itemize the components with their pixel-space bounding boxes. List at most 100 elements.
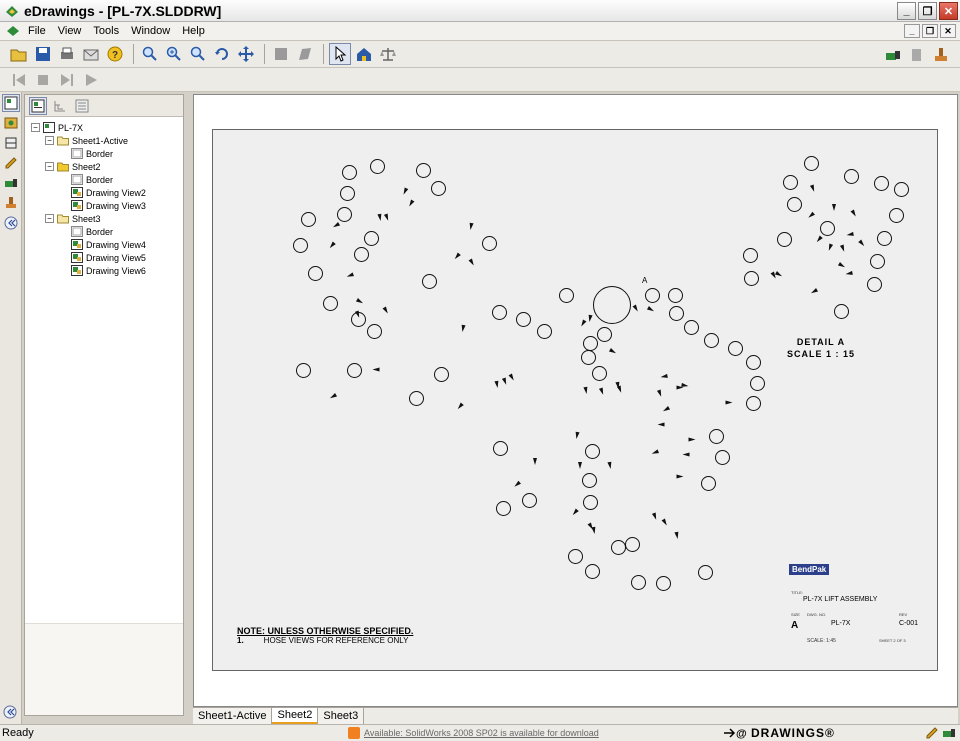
title-label: TITLE:	[791, 590, 804, 595]
doc-restore-button[interactable]: ❐	[922, 24, 938, 38]
tab-sheet2[interactable]: Sheet2	[272, 708, 319, 724]
play-button[interactable]	[80, 69, 102, 91]
balloon-callout	[493, 441, 508, 456]
doc-close-button[interactable]: ✕	[940, 24, 956, 38]
home-button[interactable]	[353, 43, 375, 65]
pan-button[interactable]	[235, 43, 257, 65]
markup-button[interactable]	[882, 44, 904, 66]
collapse-bottom-icon[interactable]	[3, 705, 17, 722]
tab-sheet3[interactable]: Sheet3	[318, 708, 365, 724]
collapse-panel-icon[interactable]	[2, 214, 20, 232]
zoom-to-fit-button[interactable]	[139, 43, 161, 65]
close-button[interactable]: ✕	[939, 2, 958, 20]
leader-arrow	[839, 244, 847, 253]
tree-item-sheet2[interactable]: − Sheet2	[45, 160, 101, 173]
tree-item-label: Sheet3	[72, 213, 101, 224]
leader-arrow	[346, 272, 354, 279]
tree-item-border[interactable]: Border	[71, 147, 113, 160]
send-button[interactable]	[80, 43, 102, 65]
tree-item-border[interactable]: Border	[71, 173, 113, 186]
balloon-callout	[340, 186, 355, 201]
menu-file[interactable]: File	[22, 25, 52, 37]
tree-item-drawing-view2[interactable]: Drawing View2	[71, 186, 146, 199]
leader-arrow	[661, 406, 671, 413]
print-button[interactable]	[56, 43, 78, 65]
leader-arrow	[858, 239, 866, 248]
minimize-button[interactable]: _	[897, 2, 916, 20]
balloon-callout	[559, 288, 574, 303]
zoom-area-button[interactable]	[187, 43, 209, 65]
first-frame-button[interactable]	[8, 69, 30, 91]
tree-view-icon[interactable]	[51, 97, 69, 115]
collapse-toggle[interactable]: −	[45, 214, 54, 223]
measure-status-icon[interactable]	[942, 726, 956, 740]
configurations-icon[interactable]	[2, 114, 20, 132]
tree-item-drawing-view4[interactable]: Drawing View4	[71, 238, 146, 251]
balloon-callout	[301, 212, 316, 227]
balloon-callout	[874, 176, 889, 191]
tree-item-drawing-view5[interactable]: Drawing View5	[71, 251, 146, 264]
leader-arrow	[331, 222, 341, 229]
next-frame-button[interactable]	[56, 69, 78, 91]
document-icon[interactable]	[6, 24, 20, 38]
leader-arrow	[661, 518, 669, 527]
balloon-callout	[870, 254, 885, 269]
tree-item-drawing-view3[interactable]: Drawing View3	[71, 199, 146, 212]
balloon-callout	[293, 238, 308, 253]
perspective-button[interactable]	[294, 43, 316, 65]
collapse-toggle[interactable]: −	[31, 123, 40, 132]
stamp-tool-icon[interactable]	[2, 194, 20, 212]
drawing-viewport[interactable]: A DETAIL A SCALE 1 : 15 NOTE: UNLESS OTH…	[193, 94, 958, 707]
menu-help[interactable]: Help	[176, 25, 211, 37]
stamp-doc-button[interactable]	[906, 44, 928, 66]
tab-sheet1[interactable]: Sheet1-Active	[193, 708, 273, 724]
measure-button[interactable]	[377, 43, 399, 65]
leader-arrow	[826, 243, 834, 252]
drawing-sheet[interactable]: A DETAIL A SCALE 1 : 15 NOTE: UNLESS OTH…	[212, 129, 938, 671]
collapse-toggle[interactable]: −	[45, 162, 54, 171]
collapse-toggle[interactable]: −	[45, 136, 54, 145]
menu-tools[interactable]: Tools	[87, 25, 125, 37]
help-button[interactable]: ?	[104, 43, 126, 65]
properties-view-icon[interactable]	[73, 97, 91, 115]
update-notice-text[interactable]: Available: SolidWorks 2008 SP02 is avail…	[364, 728, 599, 738]
open-button[interactable]	[8, 43, 30, 65]
doc-minimize-button[interactable]: _	[904, 24, 920, 38]
menu-view[interactable]: View	[52, 25, 88, 37]
sheets-tree-panel: − PL-7X − Sheet1-Active Border − Sheet2 …	[24, 94, 184, 716]
shaded-button[interactable]	[270, 43, 292, 65]
select-button[interactable]	[329, 43, 351, 65]
menu-window[interactable]: Window	[125, 25, 176, 37]
stop-button[interactable]	[32, 69, 54, 91]
tree-root[interactable]: − PL-7X	[31, 121, 83, 134]
restore-button[interactable]: ❐	[918, 2, 937, 20]
tree-panel-lower	[25, 623, 183, 715]
menu-bar: File View Tools Window Help _ ❐ ✕	[0, 22, 960, 41]
leader-arrow	[579, 319, 587, 328]
balloon-callout	[585, 564, 600, 579]
rotate-button[interactable]	[211, 43, 233, 65]
balloon-callout	[656, 576, 671, 591]
layers-icon[interactable]	[2, 134, 20, 152]
edrawings-logo-icon: @	[724, 728, 747, 739]
tree-item-border[interactable]: Border	[71, 225, 113, 238]
leader-arrow	[832, 204, 836, 211]
markup-pen-icon[interactable]	[2, 154, 20, 172]
svg-text:?: ?	[112, 50, 118, 61]
update-notice[interactable]: Available: SolidWorks 2008 SP02 is avail…	[348, 727, 599, 739]
measure-tape-icon[interactable]	[2, 174, 20, 192]
size-value: A	[791, 620, 799, 631]
sheets-view-icon[interactable]	[29, 96, 47, 115]
leader-arrow	[456, 402, 464, 411]
tree-item-drawing-view6[interactable]: Drawing View6	[71, 264, 146, 277]
tree-item-sheet1[interactable]: − Sheet1-Active	[45, 134, 128, 147]
markup-pen-status-icon[interactable]	[925, 726, 939, 740]
animation-toolbar	[0, 68, 960, 92]
balloon-callout	[820, 221, 835, 236]
zoom-in-button[interactable]	[163, 43, 185, 65]
tree-item-sheet3[interactable]: − Sheet3	[45, 212, 101, 225]
tree-item-label: Sheet1-Active	[72, 135, 129, 146]
stamp-button[interactable]	[930, 44, 952, 66]
components-panel-icon[interactable]	[2, 94, 20, 112]
save-button[interactable]	[32, 43, 54, 65]
